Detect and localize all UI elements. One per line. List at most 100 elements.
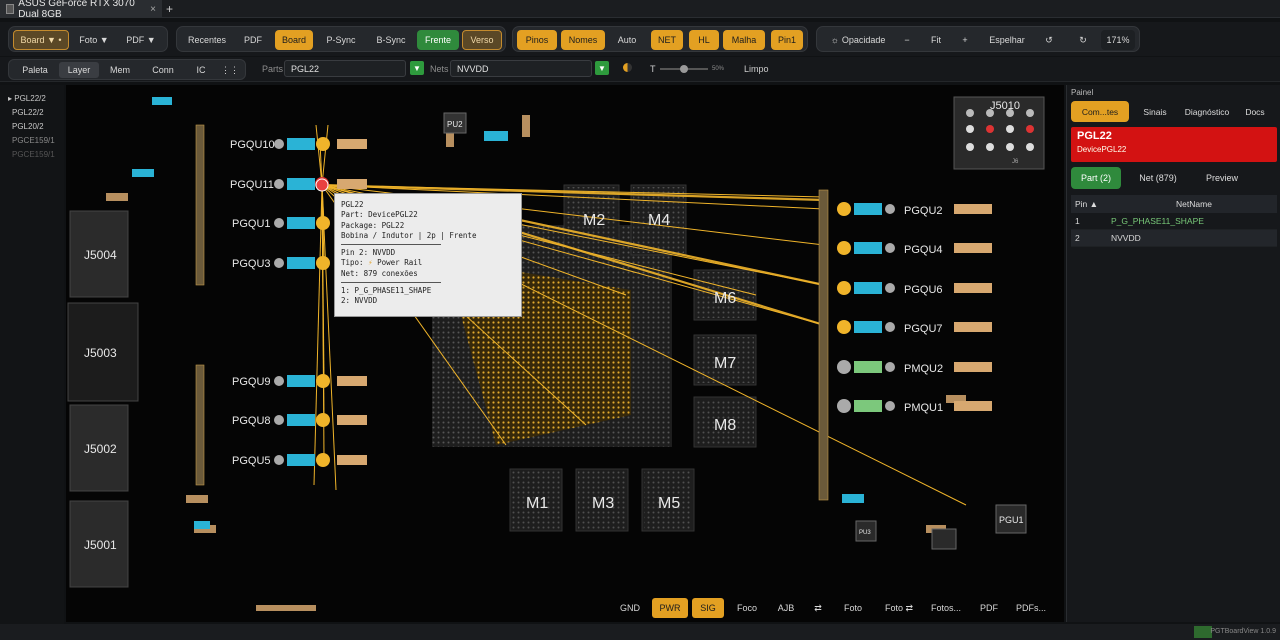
tab-diagnostico[interactable]: Diagnóstico: [1179, 101, 1235, 122]
board-canvas[interactable]: J5004 J5003 J5002 J5001 J5010 J6 M2 M4 M…: [66, 85, 1064, 622]
parts-dropdown-icon[interactable]: ▼: [410, 61, 424, 75]
subtab-net[interactable]: Net (879): [1127, 167, 1189, 189]
pwr-button[interactable]: PWR: [652, 598, 688, 618]
file-group: Board ▼ • Foto ▼ PDF ▼: [8, 26, 168, 52]
parts-search-input[interactable]: PGL22: [284, 60, 406, 77]
sig-button[interactable]: SIG: [692, 598, 724, 618]
part-tooltip: PGL22 Part: DevicePGL22 Package: PGL22 B…: [334, 193, 522, 317]
list-item[interactable]: PGL20/2: [12, 122, 44, 131]
pdf-bottom-button[interactable]: PDF: [976, 598, 1002, 618]
gnd-button[interactable]: GND: [616, 598, 644, 618]
info-panel: Painel Com...tes Sinais Diagnóstico Docs…: [1066, 85, 1280, 622]
list-item[interactable]: ▸ PGL22/2: [8, 94, 46, 103]
malha-button[interactable]: Malha: [723, 30, 765, 50]
net-button[interactable]: NET: [651, 30, 683, 50]
bsync-button[interactable]: B-Sync: [367, 30, 415, 50]
nets-dropdown-icon[interactable]: ▼: [595, 61, 609, 75]
rotate-right-icon[interactable]: ↻: [1073, 30, 1093, 50]
label-j5004: J5004: [84, 248, 117, 262]
new-tab-button[interactable]: +: [166, 2, 173, 16]
zoom-level: 171%: [1101, 30, 1135, 50]
auto-button[interactable]: Auto: [609, 30, 645, 50]
fit-button[interactable]: Fit: [921, 30, 951, 50]
net-cell: P_G_PHASE11_SHAPE: [1111, 216, 1204, 226]
pcb-drawing: J5004 J5003 J5002 J5001 J5010 J6 M2 M4 M…: [67, 96, 1045, 611]
subtab-part[interactable]: Part (2): [1071, 167, 1121, 189]
label-pgqu8: PGQU8: [232, 415, 271, 427]
verso-button[interactable]: Verso: [462, 30, 502, 50]
list-item-label: PGL22/2: [14, 94, 46, 103]
swap-icon[interactable]: ⇄: [808, 598, 828, 618]
table-row[interactable]: 1 P_G_PHASE11_SHAPE: [1071, 213, 1277, 230]
ic-chip: [931, 528, 957, 550]
opacidade-button[interactable]: ☼ Opacidade: [821, 30, 895, 50]
board-menu-button[interactable]: Board ▼ •: [13, 30, 69, 50]
pdf-menu-button[interactable]: PDF ▼: [119, 30, 163, 50]
label-j5010: J5010: [990, 100, 1020, 112]
tooltip-part: Part: DevicePGL22: [341, 210, 418, 220]
net-cell: NVVDD: [1111, 233, 1141, 243]
list-item[interactable]: PGCE159/1: [12, 136, 55, 145]
subtab-preview[interactable]: Preview: [1195, 167, 1249, 189]
transparency-label: T: [650, 64, 656, 74]
pdf-button[interactable]: PDF: [235, 30, 271, 50]
list-item[interactable]: PGCE159/1: [12, 150, 55, 159]
foco-button[interactable]: Foco: [732, 598, 762, 618]
transparency-slider[interactable]: [660, 65, 708, 73]
col-pin[interactable]: Pin ▲: [1071, 199, 1107, 209]
col-netname[interactable]: NetName: [1107, 199, 1277, 209]
conn-button[interactable]: Conn: [143, 62, 183, 78]
grid-icon[interactable]: ⋮⋮: [219, 62, 241, 78]
app-version: PGTBoardView 1.0.9: [1210, 628, 1276, 635]
contrast-icon[interactable]: [623, 63, 632, 72]
tab-componentes[interactable]: Com...tes: [1071, 101, 1129, 122]
fotos-button[interactable]: Fotos...: [926, 598, 966, 618]
layer-list: ▸ PGL22/2 PGL22/2 PGL20/2 PGCE159/1 PGCE…: [0, 85, 64, 630]
foto-menu-button[interactable]: Foto ▼: [73, 30, 115, 50]
zoom-in-button[interactable]: +: [955, 30, 975, 50]
tab-sinais[interactable]: Sinais: [1135, 101, 1175, 122]
close-icon[interactable]: ×: [150, 4, 156, 15]
layer-button[interactable]: Layer: [59, 62, 99, 78]
zoom-out-button[interactable]: −: [897, 30, 917, 50]
board-button[interactable]: Board: [275, 30, 313, 50]
list-item[interactable]: PGL22/2: [12, 108, 44, 117]
label-pgqu5: PGQU5: [232, 455, 271, 467]
mem-button[interactable]: Mem: [101, 62, 139, 78]
rotate-left-icon[interactable]: ↺: [1039, 30, 1059, 50]
secondary-toolbar: Paleta Layer Mem Conn IC ⋮⋮: [0, 57, 1280, 82]
pinos-button[interactable]: Pinos: [517, 30, 557, 50]
recentes-button[interactable]: Recentes: [181, 30, 233, 50]
label-m5: M5: [658, 495, 680, 512]
psync-button[interactable]: P-Sync: [317, 30, 365, 50]
nets-search-input[interactable]: NVVDD: [450, 60, 592, 77]
tab-board-file[interactable]: ASUS GeForce RTX 3070 Dual 8GB ×: [0, 0, 162, 20]
foto-button[interactable]: Foto: [838, 598, 868, 618]
selected-part-name: PGL22: [1077, 130, 1112, 142]
foto-swap-button[interactable]: Foto ⇄: [878, 598, 920, 618]
ic-button[interactable]: IC: [187, 62, 215, 78]
label-m4: M4: [648, 212, 670, 229]
espelhar-button[interactable]: Espelhar: [981, 30, 1033, 50]
slider-percent: 50%: [712, 66, 725, 72]
pdfs-button[interactable]: PDFs...: [1012, 598, 1050, 618]
app-logo-icon: [1194, 626, 1212, 638]
nomes-button[interactable]: Nomes: [561, 30, 605, 50]
label-m6: M6: [714, 290, 736, 307]
paleta-button[interactable]: Paleta: [13, 62, 57, 78]
frente-button[interactable]: Frente: [417, 30, 459, 50]
panel-title: Painel: [1071, 88, 1094, 97]
label-m3: M3: [592, 495, 614, 512]
ajb-button[interactable]: AJB: [772, 598, 800, 618]
status-bar: PGTBoardView 1.0.9: [0, 624, 1280, 640]
table-row[interactable]: 2 NVVDD: [1071, 230, 1277, 247]
limpo-button[interactable]: Limpo: [744, 64, 769, 74]
label-m7: M7: [714, 355, 736, 372]
hl-button[interactable]: HL: [689, 30, 719, 50]
nets-label: Nets: [430, 64, 449, 74]
pin1-button[interactable]: Pin1: [771, 30, 803, 50]
tab-docs[interactable]: Docs: [1237, 101, 1273, 122]
slider-handle[interactable]: [680, 65, 688, 73]
transform-group: ☼ Opacidade − Fit + Espelhar ↺ ↻ 171%: [816, 26, 1140, 52]
tooltip-net: Net: 879 conexões: [341, 268, 418, 278]
